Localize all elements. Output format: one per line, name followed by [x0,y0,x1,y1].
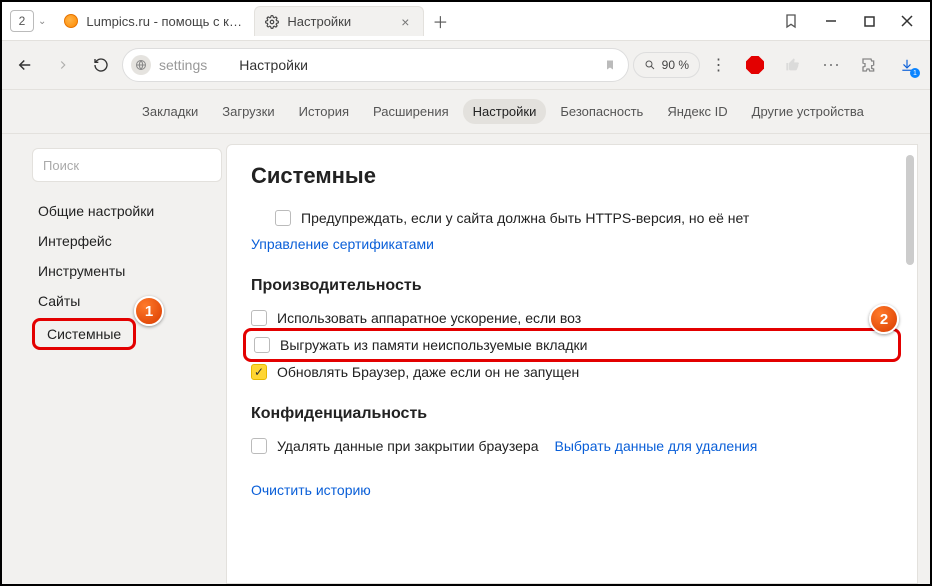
settings-tab-downloads[interactable]: Загрузки [212,99,284,124]
settings-search-input[interactable]: Поиск [32,148,222,182]
link-choose-data[interactable]: Выбрать данные для удаления [555,438,758,454]
label-unload-tabs: Выгружать из памяти неиспользуемые вклад… [280,337,587,353]
downloads-icon[interactable]: 1 [890,48,924,82]
checkbox-hw-accel[interactable] [251,310,267,326]
annotation-badge-2: 2 [869,304,899,334]
site-info-icon[interactable] [131,55,151,75]
magnifier-icon [644,59,656,71]
minimize-button[interactable] [812,6,850,36]
sidebar-item-system[interactable]: Системные [32,318,136,350]
tab-count-chevron-icon[interactable]: ⌄ [38,16,46,27]
tab-title: Настройки [287,14,389,29]
settings-tab-history[interactable]: История [289,99,359,124]
new-tab-button[interactable]: ＋ [428,9,452,33]
address-field[interactable]: settings Настройки [122,48,629,82]
scrollbar[interactable] [906,155,914,573]
section-heading-performance: Производительность [251,277,893,295]
settings-tab-other-devices[interactable]: Другие устройства [742,99,874,124]
downloads-badge: 1 [910,68,920,78]
zoom-value: 90 % [662,58,689,72]
settings-tab-extensions[interactable]: Расширения [363,99,459,124]
checkbox-https-warn[interactable] [275,210,291,226]
label-update-bg: Обновлять Браузер, даже если он не запущ… [277,364,579,380]
sidebar-item-interface[interactable]: Интерфейс [32,226,216,256]
checkbox-unload-tabs[interactable] [254,337,270,353]
gear-icon [265,15,279,29]
reading-list-icon[interactable] [776,6,806,36]
address-text: settings [159,57,207,73]
checkbox-update-bg[interactable] [251,364,267,380]
sidebar-item-sites[interactable]: Сайты [32,286,216,316]
link-manage-certs[interactable]: Управление сертификатами [251,236,434,252]
address-bar: settings Настройки 90 % ⋮ ⋯ 1 [2,40,930,90]
extensions-icon[interactable] [852,48,886,82]
section-heading-system: Системные [251,163,893,189]
label-hw-accel: Использовать аппаратное ускорение, если … [277,310,581,326]
close-window-button[interactable] [888,6,926,36]
page-actions-menu[interactable]: ⋮ [704,55,734,75]
titlebar: 2 ⌄ Lumpics.ru - помощь с ком Настройки … [2,2,930,40]
tab-title: Lumpics.ru - помощь с ком [86,14,244,29]
lumpics-favicon-icon [64,14,78,28]
settings-tab-settings[interactable]: Настройки [463,99,547,124]
settings-nav: Закладки Загрузки История Расширения Нас… [2,90,930,134]
settings-main: Поиск Общие настройки Интерфейс Инструме… [2,134,930,584]
annotation-badge-1: 1 [134,296,164,326]
forward-button[interactable] [46,48,80,82]
adblock-icon[interactable] [738,48,772,82]
maximize-button[interactable] [850,6,888,36]
tab-count-button[interactable]: 2 [10,10,34,32]
row-unload-tabs: Выгружать из памяти неиспользуемые вклад… [243,328,901,362]
label-clear-on-close: Удалять данные при закрытии браузера [277,438,539,454]
settings-sidebar: Поиск Общие настройки Интерфейс Инструме… [2,134,226,584]
label-https-warn: Предупреждать, если у сайта должна быть … [301,210,749,226]
close-icon[interactable]: × [397,14,413,30]
feedback-thumb-icon[interactable] [776,48,810,82]
checkbox-clear-on-close[interactable] [251,438,267,454]
tab-lumpics[interactable]: Lumpics.ru - помощь с ком [54,6,254,36]
settings-tab-yandexid[interactable]: Яндекс ID [657,99,737,124]
sidebar-item-general[interactable]: Общие настройки [32,196,216,226]
settings-content: Системные Предупреждать, если у сайта до… [226,144,918,584]
section-heading-privacy: Конфиденциальность [251,405,893,423]
search-placeholder: Поиск [43,158,79,173]
scrollbar-thumb[interactable] [906,155,914,265]
reload-button[interactable] [84,48,118,82]
sidebar-item-tools[interactable]: Инструменты [32,256,216,286]
link-clear-history[interactable]: Очистить историю [251,482,371,498]
tab-settings[interactable]: Настройки × [254,6,424,36]
zoom-indicator[interactable]: 90 % [633,52,700,78]
settings-tab-security[interactable]: Безопасность [550,99,653,124]
settings-tab-bookmarks[interactable]: Закладки [132,99,208,124]
more-menu-icon[interactable]: ⋯ [814,48,848,82]
back-button[interactable] [8,48,42,82]
bookmark-icon[interactable] [604,58,616,72]
address-page-title: Настройки [239,57,308,73]
